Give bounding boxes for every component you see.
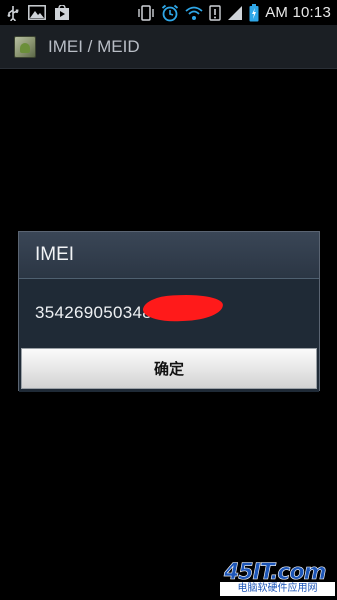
- dialog-button-area: 确定: [19, 346, 319, 392]
- gallery-icon: [28, 5, 46, 20]
- action-bar: IMEI / MEID: [0, 25, 337, 69]
- vibrate-icon: [137, 4, 155, 21]
- notification-icons: [6, 4, 70, 21]
- usb-icon: [6, 5, 20, 21]
- status-bar: AM 10:13: [0, 0, 337, 25]
- system-icons: AM 10:13: [137, 3, 331, 22]
- watermark: 45IT.com 电脑软硬件应用网: [220, 560, 335, 596]
- imei-value: 354269050348: [35, 303, 153, 322]
- signal-icon: [227, 5, 243, 21]
- dialog-header: IMEI: [19, 232, 319, 279]
- imei-dialog: IMEI 354269050348 确定: [18, 231, 320, 392]
- imei-row: 354269050348: [35, 293, 224, 323]
- dialog-body: 354269050348: [19, 280, 319, 346]
- page-title: IMEI / MEID: [48, 36, 140, 56]
- alarm-icon: [161, 4, 179, 22]
- ok-button[interactable]: 确定: [21, 348, 317, 389]
- battery-charging-icon: [249, 3, 259, 22]
- clock: AM 10:13: [265, 4, 331, 21]
- watermark-subtitle: 电脑软硬件应用网: [220, 582, 335, 596]
- wifi-icon: [185, 5, 203, 21]
- no-sim-icon: [209, 4, 221, 21]
- redaction-mark: [142, 293, 224, 323]
- dialog-title: IMEI: [35, 244, 75, 265]
- play-store-icon: [54, 4, 70, 21]
- app-icon[interactable]: [14, 35, 36, 58]
